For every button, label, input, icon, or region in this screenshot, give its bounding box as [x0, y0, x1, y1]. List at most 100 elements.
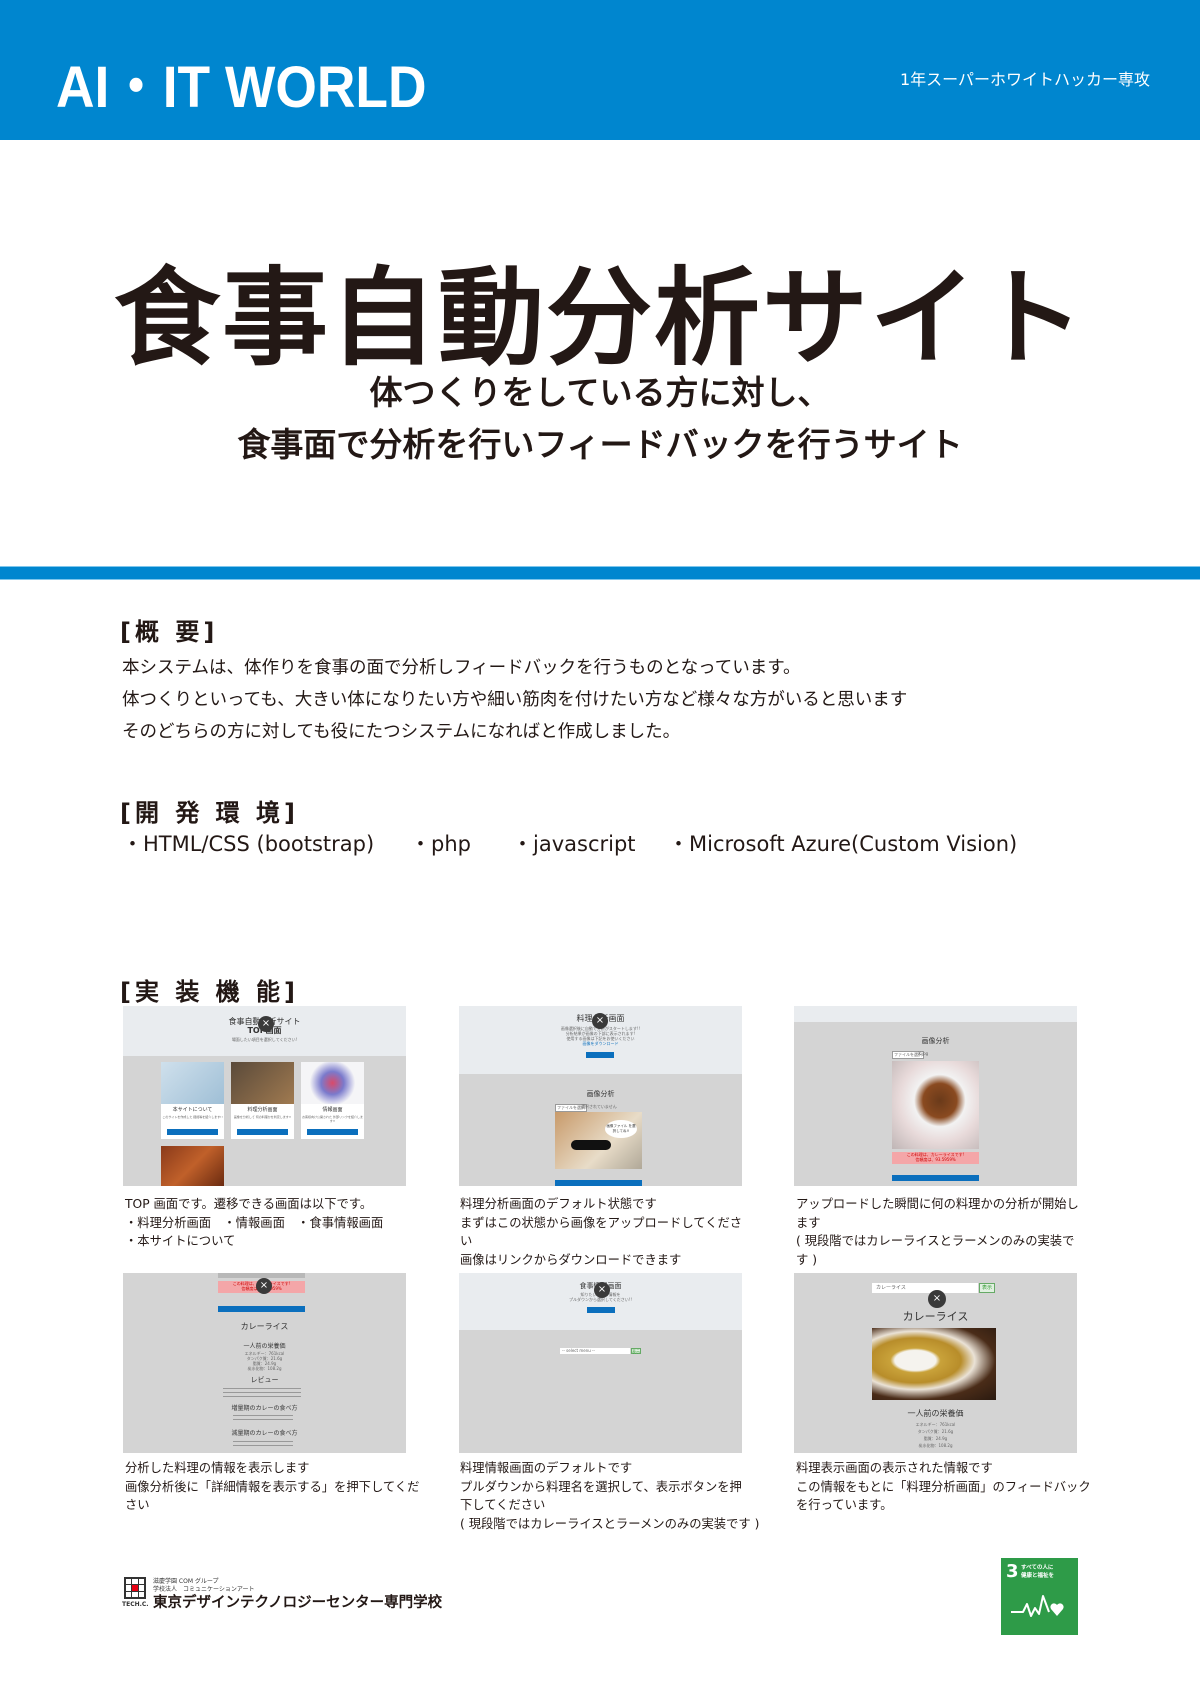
card-about[interactable]: 本サイトについて このサイトを作成した 経緯等を紹介します!! — [161, 1062, 224, 1139]
download-link[interactable]: 画像をダウンロード — [459, 1041, 742, 1047]
close-icon[interactable]: × — [592, 1013, 608, 1029]
caption-analysis-default: 料理分析画面のデフォルト状態です まずはこの状態から画像をアップロードしてくださ… — [460, 1195, 760, 1269]
screenshot-analysis-default: 料理分析画面 画像選択後に自動で分析がスタートします!! 分析結果が画像の下部に… — [459, 1006, 742, 1186]
nutrition-title: 一人前の栄養価 — [243, 1343, 286, 1350]
review-text — [223, 1386, 301, 1400]
screenshot-top-page: 食事自動分析サイト TOP画面 場面したい項目を選択してください! × 本サイト… — [123, 1006, 406, 1186]
subtitle-line-2: 食事面で分析を行いフィードバックを行うサイト — [237, 425, 963, 464]
sdg-number: 3 — [1006, 1561, 1019, 1582]
caption-line: この情報をもとに「料理分析画面」のフィードバック — [796, 1479, 1091, 1494]
caption-line: 料理表示画面の表示された情報です — [796, 1461, 993, 1475]
file-status: 選択されていません — [581, 1104, 617, 1109]
dog-image: 画像ファイル を選択してね!! — [555, 1112, 642, 1169]
school-name: 東京デザインテクノロジーセンター専門学校 — [153, 1594, 443, 1611]
heartbeat-heart-icon — [1011, 1595, 1064, 1617]
review-title: レビュー — [250, 1376, 279, 1384]
main-title: 食事自動分析サイト — [114, 257, 1086, 380]
env-item-html-css: ・HTML/CSS (bootstrap) — [122, 832, 375, 856]
features-heading: [実 装 機 能] — [120, 978, 300, 1006]
card-select-button[interactable] — [237, 1129, 288, 1135]
sunglasses — [571, 1140, 611, 1150]
cut-text — [233, 1439, 293, 1447]
environment-heading: [開 発 環 境] — [120, 799, 300, 827]
top-page-button[interactable] — [587, 1307, 615, 1313]
confidence-line: 信頼度は、93.5959% — [915, 1157, 956, 1162]
card-desc: このサイトを作成した 経緯等を紹介します!! — [162, 1115, 223, 1119]
card-analysis[interactable]: 料理分析画面 画像を分析して 何の料理かを判定します!! — [231, 1062, 294, 1139]
dish-title: カレーライス — [240, 1322, 289, 1331]
env-item-azure: ・Microsoft Azure(Custom Vision) — [668, 832, 1018, 856]
overview-line: 体つくりといっても、大きい体になりたい方や細い筋肉を付けたい方など様々な方がいる… — [122, 690, 908, 710]
sdg-text-line: 健康と福祉を — [1021, 1573, 1055, 1579]
menu-select[interactable]: カレーライス — [872, 1283, 978, 1293]
card-select-button[interactable] — [307, 1129, 358, 1135]
caption-line: を行っています。 — [796, 1498, 893, 1512]
sdg-text-line: すべての人に — [1021, 1565, 1054, 1571]
people-illustration — [301, 1062, 364, 1104]
screen-header — [794, 1006, 1077, 1022]
caption-line: 料理分析画面のデフォルト状態です — [460, 1197, 657, 1211]
computer-illustration — [161, 1062, 224, 1104]
caption-detail-info: 分析した料理の情報を表示します 画像分析後に「詳細情報を表示する」を押下してくだ… — [125, 1459, 425, 1515]
details-button[interactable] — [892, 1175, 979, 1181]
card-title: 本サイトについて — [172, 1107, 213, 1113]
caption-line: TOP 画面です。遷移できる画面は以下です。 — [125, 1197, 373, 1211]
top-page-button[interactable] — [586, 1052, 614, 1058]
close-icon[interactable]: × — [594, 1282, 610, 1298]
header-band: AI・IT WORLD 1年スーパーホワイトハッカー専攻 — [0, 0, 1200, 140]
details-button[interactable] — [218, 1306, 305, 1312]
screenshot-food-info-result: カレーライス 表示 × カレーライス 一人前の栄養価 エネルギー：761kcal… — [794, 1273, 1077, 1453]
caption-line: ます — [796, 1215, 821, 1230]
school-logo-icon — [124, 1577, 146, 1599]
speech-bubble: 画像ファイル を選択してね!! — [605, 1120, 637, 1138]
close-icon[interactable]: × — [928, 1290, 946, 1308]
caption-line: まずはこの状態から画像をアップロードしてくださ — [460, 1215, 743, 1230]
menu-select[interactable]: -- select menu -- — [560, 1348, 630, 1354]
card-desc: 画像を分析して 何の料理かを判定します!! — [233, 1115, 292, 1119]
close-icon[interactable]: × — [256, 1278, 272, 1294]
overview-text: 本システムは、体作りを食事の面で分析しフィードバックを行うものとなっています。 … — [122, 652, 907, 748]
env-item-php: ・php — [410, 832, 471, 856]
caption-line: アップロードした瞬間に何の料理かの分析が開始し — [796, 1197, 1079, 1211]
nutrition-line: 炭水化物：108.2g — [247, 1366, 282, 1371]
file-name: X.jpg — [918, 1051, 929, 1056]
screenshot-detail-info: この料理は、カレーライスです! 信頼度は、93.5959% × カレーライス 一… — [123, 1273, 406, 1453]
caption-top-page: TOP 画面です。遷移できる画面は以下です。 ・料理分析画面 ・情報画面 ・食事… — [125, 1195, 425, 1251]
caption-line: 画像分析後に「詳細情報を表示する」を押下してください — [125, 1479, 420, 1513]
bulk-title: 増量期のカレーの食べ方 — [231, 1405, 298, 1412]
caption-line: 画像はリンクからダウンロードできます — [460, 1252, 682, 1267]
card-select-button[interactable] — [167, 1129, 218, 1135]
nutrition-title: 一人前の栄養価 — [907, 1409, 964, 1418]
section-title: 画像分析 — [586, 1090, 615, 1098]
screen-note: 場面したい項目を選択してください! — [231, 1037, 298, 1042]
nutrition-line: タンパク質：21.6g — [917, 1429, 954, 1434]
overview-line: そのどちらの方に対しても役にたつシステムになればと作成しました。 — [122, 722, 681, 742]
sdg-text: すべての人に 健康と福祉を — [1021, 1564, 1054, 1580]
details-button[interactable] — [555, 1180, 642, 1186]
nutrition-line: 炭水化物：108.2g — [918, 1443, 953, 1448]
department-label: 1年スーパーホワイトハッカー専攻 — [899, 70, 1150, 89]
caption-line: プルダウンから料理名を選択して、表示ボタンを押 — [460, 1479, 742, 1494]
nutrition-line: 脂質：24.9g — [923, 1436, 948, 1441]
caption-line: 料理情報画面のデフォルトです — [460, 1461, 633, 1475]
overview-line: 本システムは、体作りを食事の面で分析しフィードバックを行うものとなっています。 — [122, 658, 801, 678]
card-title: 情報画面 — [322, 1107, 343, 1113]
show-button[interactable]: 表示 — [979, 1283, 995, 1293]
result-box: この料理は、カレーライスです! 信頼度は、93.5959% — [892, 1152, 979, 1164]
curry-photo — [872, 1328, 996, 1400]
caption-food-info-result: 料理表示画面の表示された情報です この情報をもとに「料理分析画面」のフィードバッ… — [796, 1459, 1096, 1515]
caption-analysis-result: アップロードした瞬間に何の料理かの分析が開始し ます ( 現段階ではカレーライス… — [796, 1195, 1096, 1269]
caption-line: 下してください — [460, 1498, 546, 1512]
logo-label: TECH.C. — [122, 1601, 149, 1608]
overview-heading: [概 要] — [120, 618, 219, 646]
section-divider — [0, 566, 1200, 580]
screenshot-food-info-default: 食事情報画面 知りたい料理の情報を プルダウンから選択してください!! × --… — [459, 1273, 742, 1453]
caption-line: ・本サイトについて — [125, 1234, 236, 1248]
close-icon[interactable]: × — [258, 1016, 274, 1032]
screenshot-analysis-result: 画像分析 ファイルを選択 X.jpg この料理は、カレーライスです! 信頼度は、… — [794, 1006, 1077, 1186]
show-button[interactable]: 表示 — [631, 1348, 641, 1354]
section-title: 画像分析 — [921, 1037, 950, 1045]
sdg-goal-3-badge: 3 すべての人に 健康と福祉を — [1001, 1558, 1078, 1635]
card-info[interactable]: 情報画面 お客様向け公開された 外部リンクを紹介します!! — [301, 1062, 364, 1139]
card-food-info[interactable] — [161, 1146, 224, 1186]
